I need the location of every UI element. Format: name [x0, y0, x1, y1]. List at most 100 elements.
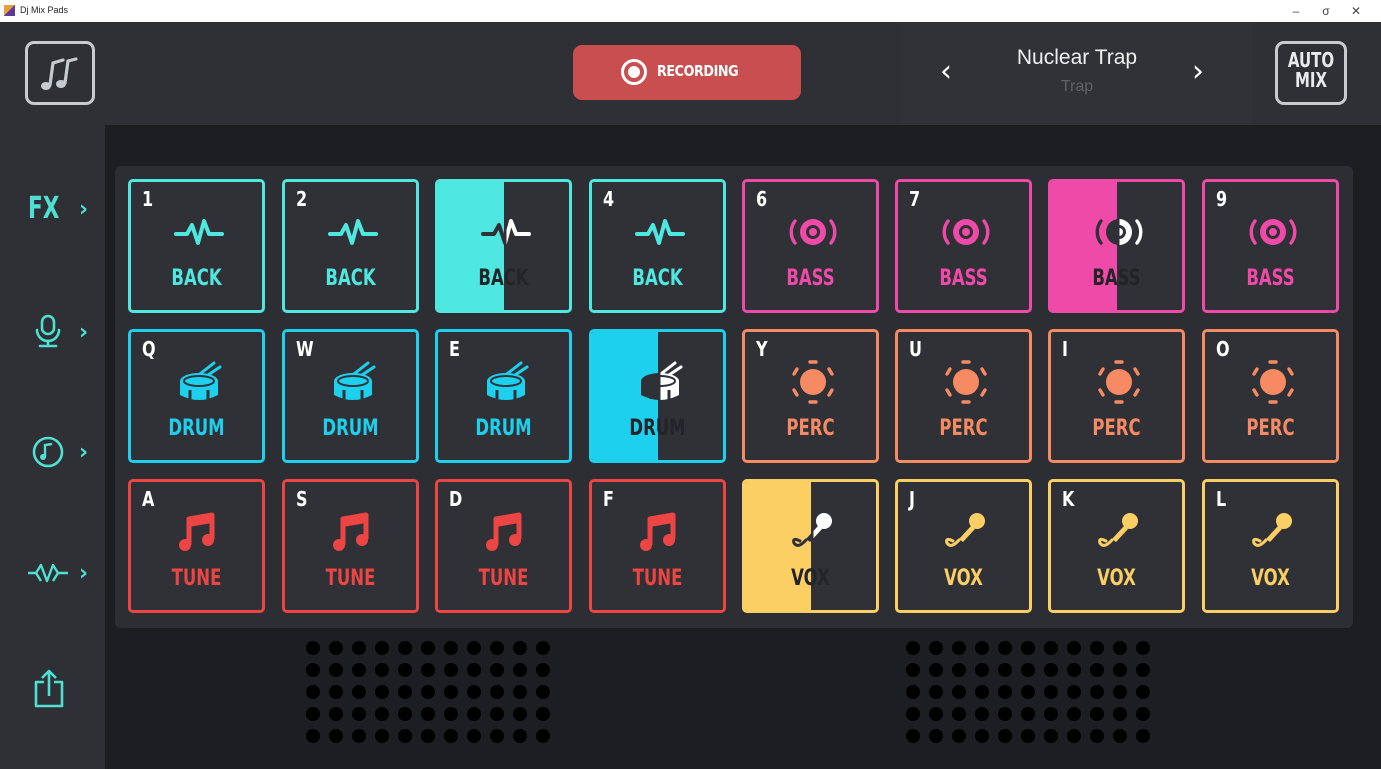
waveform-icon — [635, 207, 685, 257]
speaker-hole — [375, 663, 389, 677]
speaker-hole — [929, 707, 943, 721]
speaker-grille-left — [306, 641, 568, 761]
pad-back-1[interactable]: 1 BACK — [128, 179, 265, 313]
microphone-icon — [941, 507, 991, 557]
sidebar-item-fx[interactable]: FX › — [24, 185, 104, 235]
pad-tune-d[interactable]: D TUNE — [435, 479, 572, 613]
pad-label: BACK — [632, 266, 683, 291]
speaker-hole — [352, 707, 366, 721]
sidebar-item-share[interactable] — [24, 666, 104, 716]
pad-back-4[interactable]: 4 BACK — [589, 179, 726, 313]
automix-label-line2: MIX — [1294, 68, 1328, 92]
pad-label: TUNE — [171, 566, 222, 591]
pad-perc-o[interactable]: O PERC — [1202, 329, 1339, 463]
pad-label: VOX — [944, 566, 983, 591]
maximize-button[interactable]: σ — [1309, 3, 1343, 19]
speaker-hole — [998, 663, 1012, 677]
speaker-hole — [513, 663, 527, 677]
speaker-hole — [929, 641, 943, 655]
speaker-hole — [329, 663, 343, 677]
pad-drum-q[interactable]: Q DRUM — [128, 329, 265, 463]
pad-tune-s[interactable]: S TUNE — [282, 479, 419, 613]
speaker-hole — [398, 729, 412, 743]
speaker-hole — [1113, 685, 1127, 699]
speaker-hole — [975, 729, 989, 743]
speaker-hole — [1090, 707, 1104, 721]
pad-perc-u[interactable]: U PERC — [895, 329, 1032, 463]
pad-bass-9[interactable]: 9 BASS — [1202, 179, 1339, 313]
speaker-hole — [975, 685, 989, 699]
speaker-hole — [421, 685, 435, 699]
speaker-hole — [906, 707, 920, 721]
pad-key-label: Q — [142, 337, 156, 361]
speaker-hole — [513, 707, 527, 721]
waveform-icon — [328, 207, 378, 257]
speaker-hole — [906, 663, 920, 677]
pad-drum-w[interactable]: W DRUM — [282, 329, 419, 463]
microphone-icon — [788, 507, 838, 557]
speaker-hole — [352, 641, 366, 655]
speaker-hole — [929, 663, 943, 677]
pad-label: DRUM — [168, 416, 225, 441]
automix-button[interactable]: AUTO MIX — [1275, 41, 1347, 105]
sidebar-item-microphone[interactable]: › — [24, 308, 104, 358]
pad-bass-7[interactable]: 7 BASS — [895, 179, 1032, 313]
music-note-icon — [328, 507, 378, 557]
speaker-hole — [536, 663, 550, 677]
app-icon — [4, 5, 15, 16]
pad-label: TUNE — [478, 566, 529, 591]
pad-back-2[interactable]: 2 BACK — [282, 179, 419, 313]
pad-vox-l[interactable]: L VOX — [1202, 479, 1339, 613]
speaker-hole — [906, 685, 920, 699]
pad-tune-a[interactable]: A TUNE — [128, 479, 265, 613]
speaker-icon — [941, 207, 991, 257]
pad-drum-e[interactable]: E DRUM — [435, 329, 572, 463]
sidebar-item-music[interactable]: › — [24, 428, 104, 478]
pad-tune-f[interactable]: F TUNE — [589, 479, 726, 613]
speaker-hole — [1136, 707, 1150, 721]
pad-bass-active[interactable]: BASS — [1048, 179, 1185, 313]
speaker-hole — [375, 707, 389, 721]
pad-perc-i[interactable]: I PERC — [1048, 329, 1185, 463]
speaker-hole — [1044, 663, 1058, 677]
speaker-hole — [1021, 707, 1035, 721]
pad-key-label: U — [909, 337, 922, 361]
pad-key-label: 7 — [909, 187, 921, 211]
library-button[interactable] — [25, 41, 95, 105]
speaker-hole — [929, 729, 943, 743]
music-notes-icon — [41, 57, 78, 90]
speaker-hole — [1113, 663, 1127, 677]
speaker-hole — [998, 707, 1012, 721]
speaker-hole — [1136, 685, 1150, 699]
speaker-hole — [952, 707, 966, 721]
speaker-hole — [467, 707, 481, 721]
speaker-hole — [975, 663, 989, 677]
close-button[interactable]: ✕ — [1339, 3, 1373, 19]
pad-bass-6[interactable]: 6 BASS — [742, 179, 879, 313]
next-track-button[interactable]: › — [1192, 54, 1204, 89]
speaker-hole — [1067, 685, 1081, 699]
chevron-right-icon: › — [79, 197, 89, 222]
pad-label: PERC — [1092, 416, 1141, 441]
speaker-hole — [306, 685, 320, 699]
pad-back-active[interactable]: BACK — [435, 179, 572, 313]
track-selector: ‹ Nuclear Trap Trap › — [902, 22, 1252, 125]
pad-key-label: O — [1216, 337, 1230, 361]
speaker-hole — [952, 663, 966, 677]
pad-drum-active[interactable]: DRUM — [589, 329, 726, 463]
speaker-hole — [513, 729, 527, 743]
pad-vox-k[interactable]: K VOX — [1048, 479, 1185, 613]
sidebar-item-waveform[interactable]: › — [24, 549, 104, 599]
recording-button[interactable]: RECORDING — [573, 45, 801, 100]
speaker-hole — [1067, 729, 1081, 743]
speaker-hole — [952, 641, 966, 655]
pad-label: BACK — [325, 266, 376, 291]
pad-vox-active[interactable]: VOX — [742, 479, 879, 613]
speaker-hole — [352, 729, 366, 743]
pad-vox-j[interactable]: J VOX — [895, 479, 1032, 613]
pad-key-label: 4 — [603, 187, 615, 211]
pad-label: BASS — [939, 266, 988, 291]
pad-perc-y[interactable]: Y PERC — [742, 329, 879, 463]
speaker-hole — [444, 641, 458, 655]
minimize-button[interactable]: – — [1279, 3, 1313, 19]
